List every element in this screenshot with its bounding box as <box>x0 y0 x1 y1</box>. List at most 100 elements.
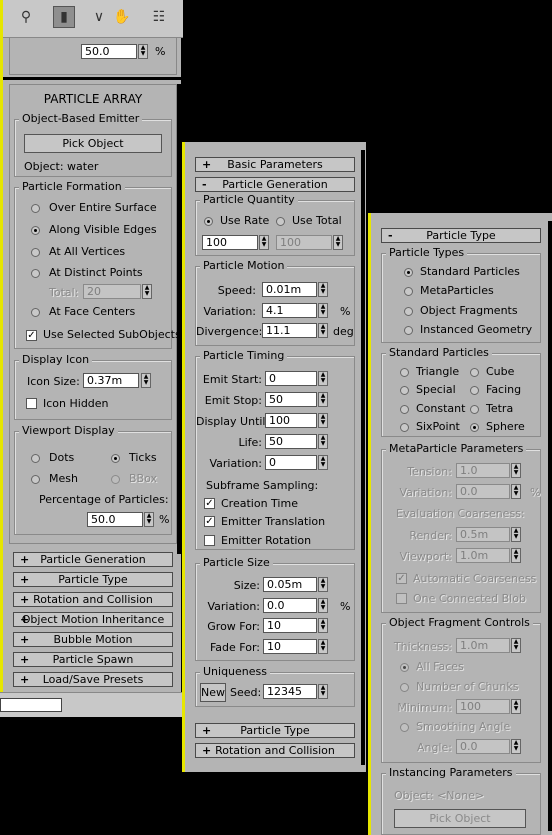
tension-field[interactable]: 1.0 <box>456 463 510 478</box>
icon-size-field[interactable]: 0.37m <box>83 373 139 388</box>
radio-ticks[interactable] <box>111 454 120 463</box>
viewport-spinner[interactable]: ▲ ▼ <box>511 548 521 563</box>
emit-start-spinner[interactable]: ▲ ▼ <box>318 371 328 386</box>
emitter-rotation-checkbox[interactable] <box>204 535 215 546</box>
thickness-field[interactable]: 1.0m <box>456 638 510 653</box>
top-percent-spinner[interactable]: ▲ ▼ <box>138 44 148 59</box>
rollout-bubble-motion[interactable]: + Bubble Motion <box>13 632 173 647</box>
auto-coarseness-checkbox[interactable]: ✓ <box>396 573 407 584</box>
radio-instanced-geometry[interactable] <box>404 326 413 335</box>
life-spinner[interactable]: ▲ ▼ <box>318 434 328 449</box>
thickness-spinner[interactable]: ▲ ▼ <box>511 638 521 653</box>
rollout-particle-generation-open[interactable]: - Particle Generation <box>195 177 355 192</box>
display-until-spinner[interactable]: ▲ ▼ <box>318 413 328 428</box>
instance-pick-object-button[interactable]: Pick Object <box>394 809 526 828</box>
creation-time-checkbox[interactable]: ✓ <box>204 498 215 509</box>
emitter-translation-checkbox[interactable]: ✓ <box>204 516 215 527</box>
radio-along-visible-edges[interactable] <box>31 226 40 235</box>
radio-tetra[interactable] <box>470 405 479 414</box>
radio-number-of-chunks[interactable] <box>400 683 409 692</box>
top-percent-field[interactable]: 50.0 <box>81 44 137 59</box>
minimum-field[interactable]: 100 <box>456 699 510 714</box>
pin-icon[interactable]: ⚲ <box>15 6 37 28</box>
rollout-load-save-presets[interactable]: + Load/Save Presets <box>13 672 173 687</box>
radio-at-distinct-points[interactable] <box>31 269 40 278</box>
pipe-icon[interactable]: ▮ <box>53 6 75 28</box>
percentage-spinner[interactable]: ▲ ▼ <box>144 512 154 527</box>
radio-smoothing-angle[interactable] <box>400 723 409 732</box>
hand-icon[interactable]: ✋ <box>111 6 133 28</box>
radio-cube[interactable] <box>470 368 479 377</box>
angle-spinner[interactable]: ▲ ▼ <box>511 739 521 754</box>
vertex-icon[interactable]: ∨ <box>88 6 110 28</box>
size-spinner[interactable]: ▲ ▼ <box>318 577 328 592</box>
use-subobjects-checkbox[interactable]: ✓ <box>26 330 37 341</box>
emit-stop-spinner[interactable]: ▲ ▼ <box>318 392 328 407</box>
radio-triangle[interactable] <box>400 368 409 377</box>
emit-stop-field[interactable]: 50 <box>265 392 317 407</box>
speed-spinner[interactable]: ▲ ▼ <box>318 282 328 297</box>
radio-over-entire-surface[interactable] <box>31 204 40 213</box>
radio-object-fragments[interactable] <box>404 307 413 316</box>
rollout-particle-type[interactable]: + Particle Type <box>195 723 355 738</box>
use-rate-field[interactable]: 100 <box>202 235 258 250</box>
grow-for-spinner[interactable]: ▲ ▼ <box>318 618 328 633</box>
display-until-field[interactable]: 100 <box>265 413 317 428</box>
rollout-particle-type[interactable]: + Particle Type <box>13 572 173 587</box>
rollout-rotation-collision[interactable]: + Rotation and Collision <box>13 592 173 607</box>
radio-constant[interactable] <box>400 405 409 414</box>
meta-variation-field[interactable]: 0.0 <box>456 484 510 499</box>
speed-field[interactable]: 0.01m <box>262 282 317 297</box>
radio-dots[interactable] <box>31 454 40 463</box>
rollout-particle-type-open[interactable]: - Particle Type <box>381 228 541 243</box>
utility-icon[interactable]: ☷ <box>148 6 170 28</box>
percentage-field[interactable]: 50.0 <box>87 512 143 527</box>
radio-sphere[interactable] <box>470 423 479 432</box>
divergence-spinner[interactable]: ▲ ▼ <box>318 323 328 338</box>
scrollbar[interactable] <box>361 150 365 765</box>
use-total-field[interactable]: 100 <box>276 235 332 250</box>
radio-bbox[interactable] <box>111 475 120 484</box>
radio-use-total[interactable] <box>276 217 285 226</box>
timing-variation-spinner[interactable]: ▲ ▼ <box>318 455 328 470</box>
render-field[interactable]: 0.5m <box>456 527 510 542</box>
meta-variation-spinner[interactable]: ▲ ▼ <box>511 484 521 499</box>
size-variation-field[interactable]: 0.0 <box>263 598 317 613</box>
radio-special[interactable] <box>400 386 409 395</box>
timing-variation-field[interactable]: 0 <box>265 455 317 470</box>
life-field[interactable]: 50 <box>265 434 317 449</box>
icon-size-spinner[interactable]: ▲ ▼ <box>141 373 151 388</box>
radio-mesh[interactable] <box>31 475 40 484</box>
rollout-object-motion-inheritance[interactable]: + Object Motion Inheritance <box>13 612 173 627</box>
radio-sixpoint[interactable] <box>400 423 409 432</box>
radio-all-faces[interactable] <box>400 663 409 672</box>
fade-for-spinner[interactable]: ▲ ▼ <box>318 639 328 654</box>
rollout-particle-generation[interactable]: + Particle Generation <box>13 552 173 567</box>
one-blob-checkbox[interactable] <box>396 593 407 604</box>
radio-use-rate[interactable] <box>204 217 213 226</box>
render-spinner[interactable]: ▲ ▼ <box>511 527 521 542</box>
size-variation-spinner[interactable]: ▲ ▼ <box>318 598 328 613</box>
seed-spinner[interactable]: ▲ ▼ <box>318 684 328 699</box>
use-rate-spinner[interactable]: ▲ ▼ <box>259 235 269 250</box>
rollout-rotation-collision[interactable]: + Rotation and Collision <box>195 743 355 758</box>
angle-field[interactable]: 0.0 <box>456 739 510 754</box>
seed-field[interactable]: 12345 <box>263 684 317 699</box>
radio-facing[interactable] <box>470 386 479 395</box>
viewport-field[interactable]: 1.0m <box>456 548 510 563</box>
grow-for-field[interactable]: 10 <box>263 618 317 633</box>
rollout-basic-parameters[interactable]: + Basic Parameters <box>195 157 355 172</box>
scrollbar[interactable] <box>548 221 552 831</box>
new-seed-button[interactable]: New <box>200 683 226 702</box>
total-field[interactable]: 20 <box>83 284 141 299</box>
icon-hidden-checkbox[interactable] <box>26 398 37 409</box>
minimum-spinner[interactable]: ▲ ▼ <box>511 699 521 714</box>
total-spinner[interactable]: ▲ ▼ <box>142 284 152 299</box>
variation-spinner[interactable]: ▲ ▼ <box>318 303 328 318</box>
radio-metaparticles[interactable] <box>404 287 413 296</box>
tension-spinner[interactable]: ▲ ▼ <box>511 463 521 478</box>
rollout-particle-spawn[interactable]: + Particle Spawn <box>13 652 173 667</box>
selection-dropdown[interactable] <box>0 698 62 712</box>
fade-for-field[interactable]: 10 <box>263 639 317 654</box>
pick-object-button[interactable]: Pick Object <box>24 134 162 153</box>
